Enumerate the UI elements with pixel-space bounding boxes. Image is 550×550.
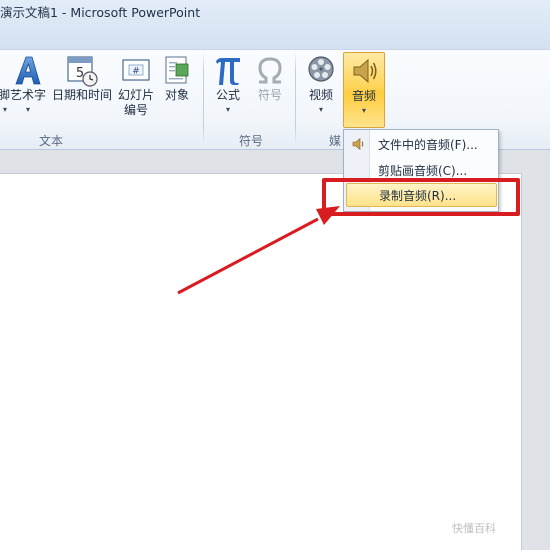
watermark: 快懂百科 xyxy=(452,522,496,535)
arrow-shaft xyxy=(177,217,319,295)
arrow-head xyxy=(316,206,340,225)
annotation-arrow xyxy=(177,206,340,295)
